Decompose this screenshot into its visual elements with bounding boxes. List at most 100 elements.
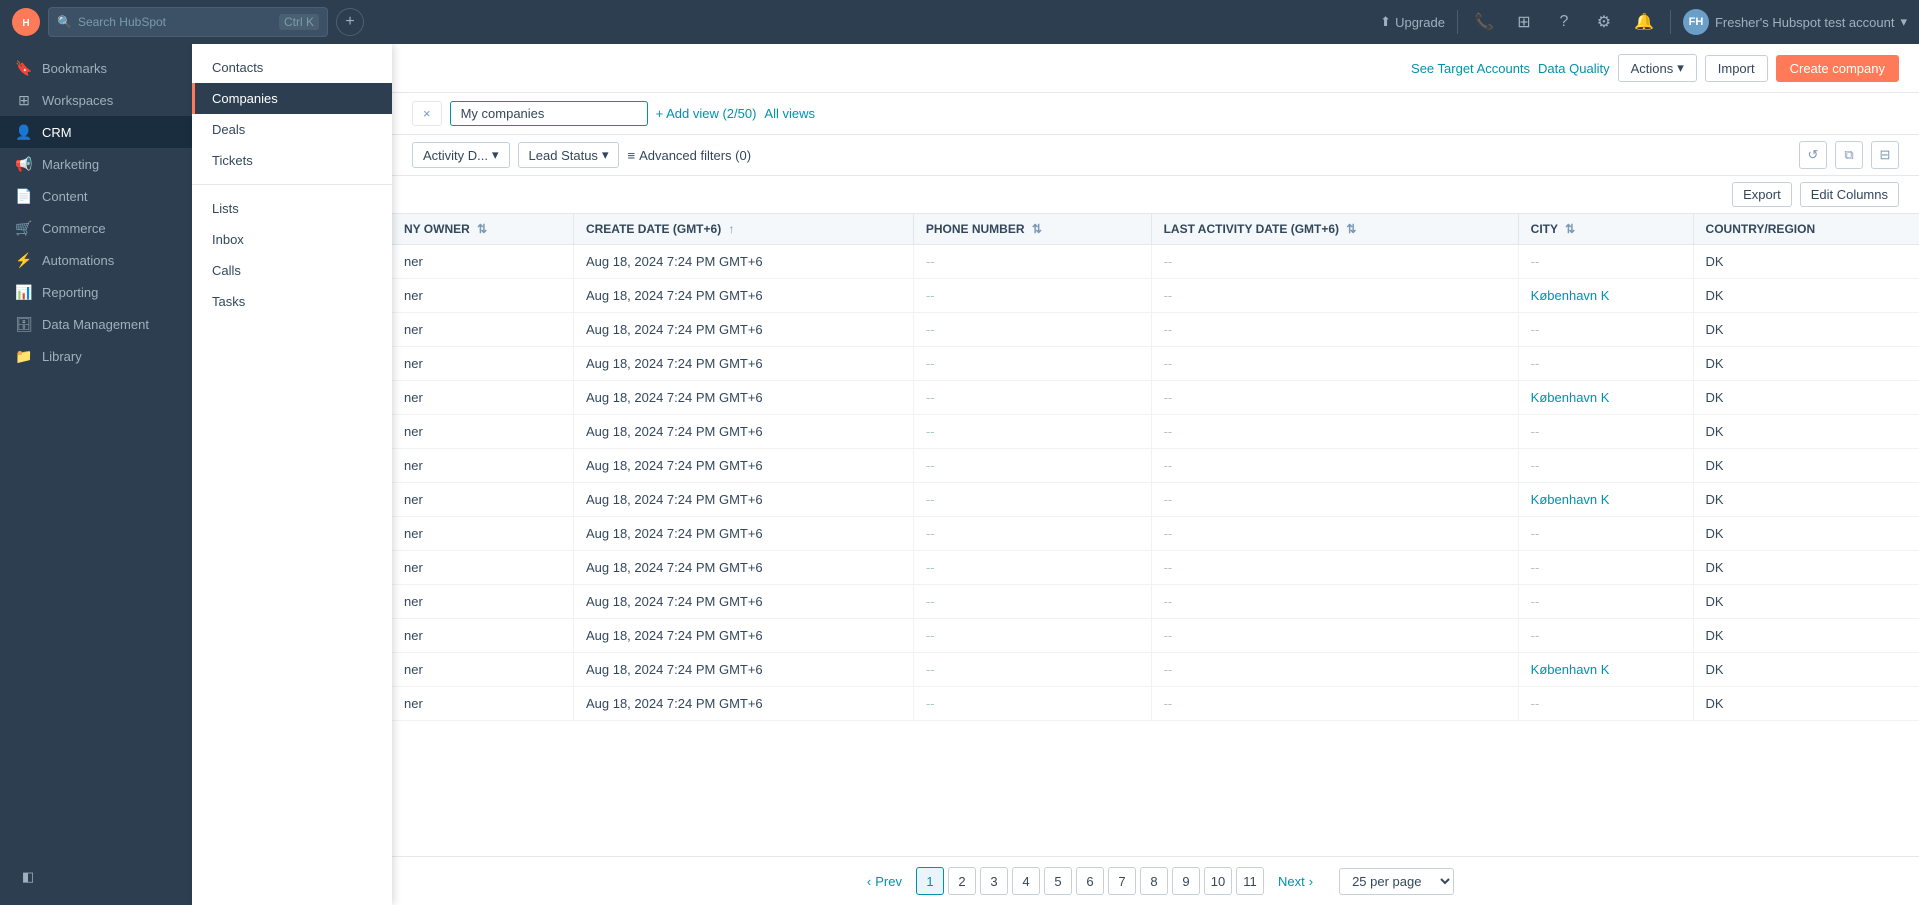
sidebar-item-automations[interactable]: ⚡ Automations [0,244,192,276]
column-country[interactable]: COUNTRY/REGION [1693,214,1919,245]
dropdown-item-calls[interactable]: Calls [192,255,392,286]
crm-dropdown: Contacts Companies Deals Tickets Lists I… [192,44,392,905]
sidebar-item-label: Commerce [42,221,106,236]
prev-page-button[interactable]: ‹ Prev [857,870,912,893]
column-last-activity[interactable]: LAST ACTIVITY DATE (GMT+6) ⇅ [1151,214,1518,245]
help-icon[interactable]: ? [1550,8,1578,36]
upgrade-button[interactable]: ⬆ Upgrade [1380,14,1445,30]
copy-button[interactable]: ⧉ [1835,141,1863,169]
sidebar-item-crm[interactable]: 👤 CRM [0,116,192,148]
cell-create-date: Aug 18, 2024 7:24 PM GMT+6 [573,619,913,653]
dropdown-item-tasks[interactable]: Tasks [192,286,392,317]
cell-create-date: Aug 18, 2024 7:24 PM GMT+6 [573,347,913,381]
workspaces-icon: ⊞ [16,92,32,108]
page-button-8[interactable]: 8 [1140,867,1168,895]
marketing-icon: 📢 [16,156,32,172]
calls-label: Calls [212,263,241,278]
page-button-2[interactable]: 2 [948,867,976,895]
advanced-filters-button[interactable]: ≡ Advanced filters (0) [627,148,751,163]
cell-phone: -- [913,381,1151,415]
cell-phone: -- [913,517,1151,551]
page-button-3[interactable]: 3 [980,867,1008,895]
cell-owner: ner [392,415,573,449]
page-button-6[interactable]: 6 [1076,867,1104,895]
close-icon[interactable]: × [423,106,431,121]
page-button-9[interactable]: 9 [1172,867,1200,895]
page-button-7[interactable]: 7 [1108,867,1136,895]
user-name: Fresher's Hubspot test account [1715,15,1895,30]
page-button-11[interactable]: 11 [1236,867,1264,895]
add-button[interactable]: + [336,8,364,36]
next-page-button[interactable]: Next › [1268,870,1323,893]
notifications-icon[interactable]: 🔔 [1630,8,1658,36]
all-views-button[interactable]: All views [764,106,815,121]
sort-icon: ⇅ [1565,222,1575,236]
cell-city[interactable]: København K [1518,381,1693,415]
phone-icon[interactable]: 📞 [1470,8,1498,36]
settings-icon[interactable]: ⚙ [1590,8,1618,36]
hubspot-logo[interactable]: H [12,8,40,36]
page-button-5[interactable]: 5 [1044,867,1072,895]
sidebar-collapse-button[interactable]: ◧ [16,865,40,889]
per-page-selector[interactable]: 25 per page 50 per page 100 per page [1339,868,1454,895]
cell-city[interactable]: København K [1518,279,1693,313]
lead-status-filter[interactable]: Lead Status ▾ [518,142,620,168]
create-company-button[interactable]: Create company [1776,55,1899,82]
table-row: nerAug 18, 2024 7:24 PM GMT+6------DK [392,245,1919,279]
grid-icon[interactable]: ⊞ [1510,8,1538,36]
table-row: nerAug 18, 2024 7:24 PM GMT+6------DK [392,313,1919,347]
data-quality-button[interactable]: Data Quality [1538,61,1610,76]
actions-button[interactable]: Actions ▾ [1618,54,1697,82]
dropdown-item-companies[interactable]: Companies [192,83,392,114]
crm-icon: 👤 [16,124,32,140]
cell-country: DK [1693,687,1919,721]
sidebar-item-marketing[interactable]: 📢 Marketing [0,148,192,180]
page-button-1[interactable]: 1 [916,867,944,895]
cell-city: -- [1518,585,1693,619]
view-tab-close-button[interactable]: × [412,101,442,126]
edit-columns-button[interactable]: Edit Columns [1800,182,1899,207]
import-button[interactable]: Import [1705,55,1768,82]
dropdown-item-lists[interactable]: Lists [192,193,392,224]
nav-actions: ⬆ Upgrade 📞 ⊞ ? ⚙ 🔔 FH Fresher's Hubspot… [1380,8,1907,36]
cell-phone: -- [913,483,1151,517]
page-button-4[interactable]: 4 [1012,867,1040,895]
sidebar-item-content[interactable]: 📄 Content [0,180,192,212]
sidebar-item-label: Reporting [42,285,98,300]
cell-city[interactable]: København K [1518,653,1693,687]
column-phone[interactable]: PHONE NUMBER ⇅ [913,214,1151,245]
dropdown-item-deals[interactable]: Deals [192,114,392,145]
view-name-input[interactable] [450,101,648,126]
cell-create-date: Aug 18, 2024 7:24 PM GMT+6 [573,517,913,551]
column-create-date[interactable]: CREATE DATE (GMT+6) ↑ [573,214,913,245]
sidebar-item-commerce[interactable]: 🛒 Commerce [0,212,192,244]
cell-create-date: Aug 18, 2024 7:24 PM GMT+6 [573,653,913,687]
column-owner[interactable]: NY OWNER ⇅ [392,214,573,245]
next-label: Next [1278,874,1305,889]
activity-date-filter[interactable]: Activity D... ▾ [412,142,510,168]
cell-city[interactable]: København K [1518,483,1693,517]
cell-last-activity: -- [1151,245,1518,279]
cell-owner: ner [392,381,573,415]
sidebar-item-workspaces[interactable]: ⊞ Workspaces [0,84,192,116]
grid-view-button[interactable]: ⊟ [1871,141,1899,169]
search-bar[interactable]: 🔍 Search HubSpot Ctrl K [48,7,328,37]
dropdown-item-inbox[interactable]: Inbox [192,224,392,255]
avatar: FH [1683,9,1709,35]
page-button-10[interactable]: 10 [1204,867,1232,895]
export-button[interactable]: Export [1732,182,1792,207]
cell-last-activity: -- [1151,619,1518,653]
dropdown-item-contacts[interactable]: Contacts [192,52,392,83]
undo-button[interactable]: ↺ [1799,141,1827,169]
sidebar-item-bookmarks[interactable]: 🔖 Bookmarks [0,52,192,84]
add-view-button[interactable]: + Add view (2/50) [656,106,757,121]
sidebar-item-reporting[interactable]: 📊 Reporting [0,276,192,308]
sidebar-item-library[interactable]: 📁 Library [0,340,192,372]
column-city[interactable]: CITY ⇅ [1518,214,1693,245]
sidebar-item-data-management[interactable]: 🗄 Data Management [0,308,192,340]
see-target-accounts-link[interactable]: See Target Accounts [1411,61,1530,76]
cell-city: -- [1518,245,1693,279]
cell-phone: -- [913,551,1151,585]
dropdown-item-tickets[interactable]: Tickets [192,145,392,176]
user-menu[interactable]: FH Fresher's Hubspot test account ▾ [1683,9,1907,35]
